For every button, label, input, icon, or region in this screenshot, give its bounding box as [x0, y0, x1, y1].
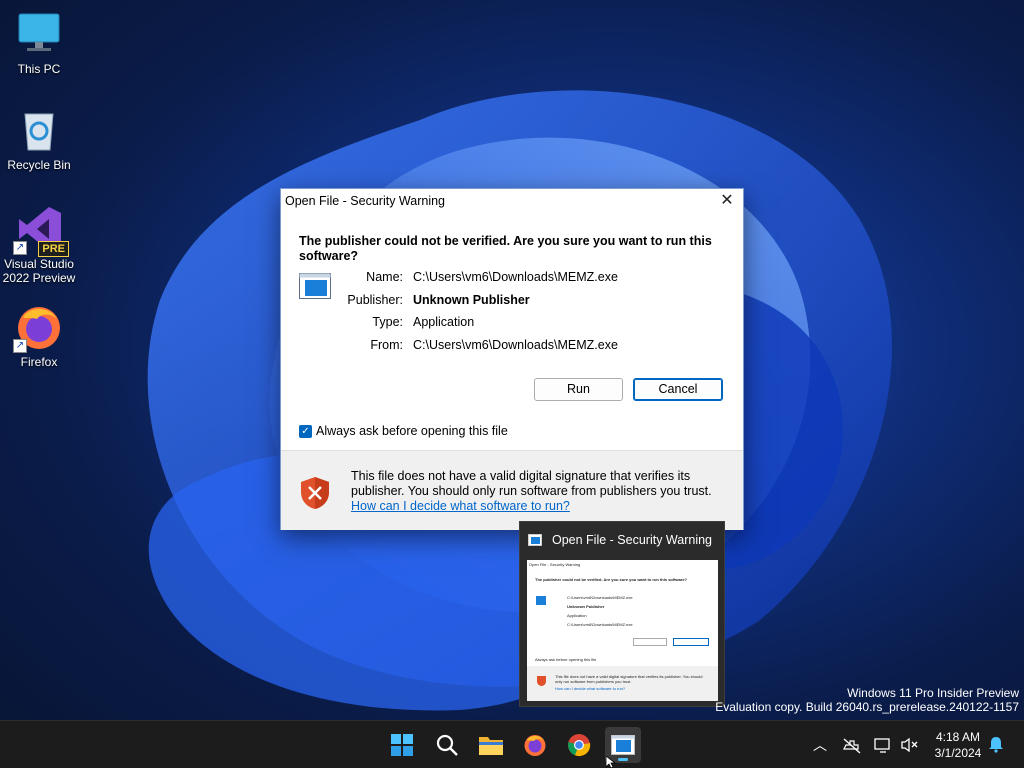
chevron-up-icon: ︿ [813, 737, 827, 753]
always-ask-checkbox[interactable]: ✓ [299, 424, 312, 438]
close-button[interactable]: ✕ [717, 191, 737, 211]
field-label: Name: [366, 270, 403, 284]
dialog-question: The publisher could not be verified. Are… [299, 234, 712, 263]
notification-bell-icon [989, 737, 1003, 753]
dialog-title: Open File - Security Warning [285, 194, 446, 208]
mini-title: Open File - Security Warning [529, 562, 581, 567]
desktop-icon-recycle-bin[interactable]: Recycle Bin [0, 106, 78, 172]
desktop-icon-label: Firefox [20, 355, 58, 369]
run-button[interactable]: Run [534, 378, 623, 401]
evaluation-watermark: Windows 11 Pro Insider Preview Evaluatio… [715, 686, 1019, 714]
display-button[interactable] [873, 735, 893, 755]
watermark-line-2: Evaluation copy. Build 26040.rs_prerelea… [715, 700, 1019, 714]
field-label: Type: [372, 315, 403, 329]
file-explorer-button[interactable] [473, 727, 509, 763]
taskbar: ︿ 4:18 AM 3/1/2024 [0, 720, 1024, 768]
pre-badge: PRE [38, 241, 69, 257]
mini-question: The publisher could not be verified. Are… [535, 577, 688, 582]
search-button[interactable] [429, 727, 465, 763]
chrome-taskbar-button[interactable] [561, 727, 597, 763]
network-off-icon [843, 738, 861, 754]
mini-shield-icon [537, 676, 546, 686]
dialog-footer: This file does not have a valid digital … [281, 450, 743, 530]
clock-time: 4:18 AM [935, 730, 981, 744]
mini-program-icon [536, 596, 546, 605]
mini-run-button [633, 638, 667, 646]
field-value: C:\Users\vm6\Downloads\MEMZ.exe [413, 270, 618, 284]
thumbnail-window-preview: Open File - Security Warning The publish… [527, 560, 718, 701]
monitor-icon [15, 10, 63, 58]
footer-text: This file does not have a valid digital … [351, 469, 731, 514]
mini-checkbox-label: Always ask before opening this file [535, 657, 597, 662]
watermark-line-1: Windows 11 Pro Insider Preview [847, 686, 1019, 700]
field-name: Name: C:\Users\vm6\Downloads\MEMZ.exe [281, 270, 618, 284]
visual-studio-icon: PRE ↗ [13, 205, 69, 257]
mini-from: C:\Users\vm6\Downloads\MEMZ.exe [567, 622, 633, 627]
shortcut-arrow-icon: ↗ [13, 339, 27, 353]
mini-cancel-button [673, 638, 709, 646]
mini-publisher: Unknown Publisher [567, 604, 605, 609]
taskbar-clock[interactable]: 4:18 AM 3/1/2024 [930, 729, 986, 761]
desktop-icon-firefox[interactable]: ↗ Firefox [0, 303, 78, 369]
field-value: Application [413, 315, 475, 329]
search-icon [436, 734, 458, 756]
recycle-bin-icon [15, 106, 63, 154]
field-publisher: Publisher: Unknown Publisher [281, 293, 530, 307]
help-link[interactable]: How can I decide what software to run? [351, 499, 731, 514]
desktop-icon-label: This PC [17, 62, 61, 76]
firefox-icon: ↗ [13, 303, 63, 353]
volume-button[interactable] [900, 735, 920, 755]
show-hidden-icons-button[interactable]: ︿ [810, 735, 830, 755]
security-warning-app-icon [528, 534, 542, 546]
field-value: Unknown Publisher [413, 293, 530, 307]
field-from: From: C:\Users\vm6\Downloads\MEMZ.exe [281, 338, 618, 352]
cancel-button[interactable]: Cancel [633, 378, 723, 401]
firefox-taskbar-button[interactable] [517, 727, 553, 763]
desktop-icon-label: Recycle Bin [7, 158, 71, 172]
active-window-indicator [618, 758, 628, 761]
thumbnail-title: Open File - Security Warning [552, 533, 713, 547]
security-warning-app-icon [611, 735, 635, 755]
clock-date: 3/1/2024 [934, 746, 982, 760]
network-status-button[interactable] [842, 735, 862, 755]
field-label: Publisher: [347, 293, 403, 307]
firefox-icon [524, 735, 546, 756]
field-value: C:\Users\vm6\Downloads\MEMZ.exe [413, 338, 618, 352]
start-button[interactable] [384, 727, 420, 763]
security-warning-dialog: Open File - Security Warning ✕ The publi… [280, 188, 744, 530]
desktop-icon-this-pc[interactable]: This PC [0, 10, 78, 76]
chrome-icon [568, 734, 591, 757]
always-ask-checkbox-row[interactable]: ✓ Always ask before opening this file [299, 424, 508, 438]
signature-warning-text: This file does not have a valid digital … [351, 469, 712, 498]
field-type: Type: Application [281, 315, 474, 329]
shortcut-arrow-icon: ↗ [13, 241, 27, 255]
desktop-icon-label: Visual Studio 2022 Preview [2, 257, 76, 285]
field-label: From: [370, 338, 403, 352]
desktop-icon-visual-studio[interactable]: PRE ↗ Visual Studio 2022 Preview [0, 205, 78, 285]
taskbar-thumbnail-preview[interactable]: Open File - Security Warning Open File -… [519, 521, 725, 707]
mini-help-link: How can I decide what software to run? [555, 686, 626, 691]
always-ask-label: Always ask before opening this file [316, 424, 508, 438]
mini-type: Application [567, 613, 587, 618]
close-icon: ✕ [720, 192, 734, 209]
mini-name: C:\Users\vm6\Downloads\MEMZ.exe [567, 595, 633, 600]
start-icon [391, 734, 413, 756]
notification-button[interactable] [986, 735, 1006, 755]
thumbnail-header: Open File - Security Warning [520, 522, 724, 558]
display-icon [874, 738, 890, 753]
shield-warning-icon [299, 476, 331, 510]
volume-muted-icon [901, 737, 918, 753]
mini-footer-text: This file does not have a valid digital … [555, 674, 703, 684]
mouse-cursor-icon [606, 756, 616, 768]
file-explorer-icon [479, 737, 503, 755]
